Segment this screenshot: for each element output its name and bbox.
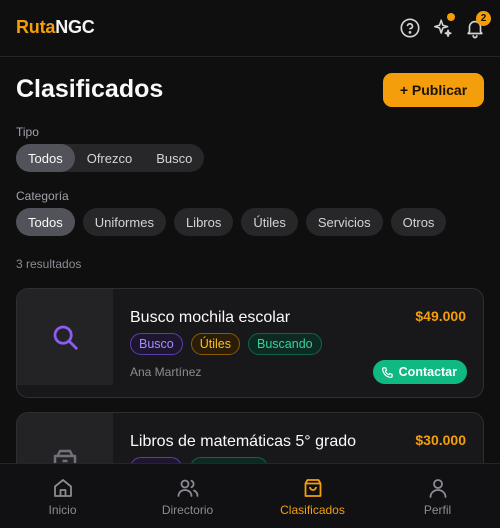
tipo-option-busco[interactable]: Busco — [144, 144, 204, 172]
status-tag: Buscando — [248, 333, 322, 355]
phone-icon — [381, 366, 393, 378]
category-chip-uniformes[interactable]: Uniformes — [82, 208, 166, 236]
contact-label: Contactar — [398, 365, 457, 379]
category-chip-todos[interactable]: Todos — [16, 208, 75, 236]
category-chip-otros[interactable]: Otros — [390, 208, 447, 236]
tipo-label: Tipo — [16, 125, 39, 139]
sparkles-icon[interactable] — [432, 13, 455, 39]
brand-rest: NGC — [55, 17, 95, 37]
nav-label: Clasificados — [280, 503, 345, 517]
brand-logo[interactable]: RutaNGC — [16, 17, 95, 38]
category-chip-servicios[interactable]: Servicios — [305, 208, 383, 236]
listing-thumbnail — [17, 289, 113, 385]
category-tag: Útiles — [190, 333, 241, 355]
shopping-bag-icon — [304, 479, 321, 497]
publish-button[interactable]: + Publicar — [383, 73, 484, 107]
results-count: 3 resultados — [16, 257, 82, 271]
app-header: RutaNGC 2 — [0, 0, 500, 57]
categoria-chips: Todos Uniformes Libros Útiles Servicios … — [16, 208, 447, 236]
nav-item-perfil[interactable]: Perfil — [375, 464, 500, 528]
listing-price: $30.000 — [415, 432, 466, 448]
tipo-option-ofrezco[interactable]: Ofrezco — [75, 144, 145, 172]
tipo-option-todos[interactable]: Todos — [16, 144, 75, 172]
category-chip-libros[interactable]: Libros — [173, 208, 234, 236]
nav-item-clasificados[interactable]: Clasificados — [250, 464, 375, 528]
nav-label: Inicio — [48, 503, 77, 517]
user-icon — [429, 479, 446, 498]
home-icon — [53, 479, 72, 497]
type-tag: Busco — [130, 333, 183, 355]
page-title: Clasificados — [16, 75, 164, 103]
help-circle-icon[interactable] — [399, 17, 421, 39]
categoria-label: Categoría — [16, 189, 69, 203]
listing-title: Libros de matemáticas 5° grado — [130, 433, 357, 450]
bell-icon[interactable]: 2 — [464, 11, 491, 39]
notification-badge: 2 — [476, 11, 491, 26]
nav-item-inicio[interactable]: Inicio — [0, 464, 125, 528]
contact-button[interactable]: Contactar — [372, 360, 467, 384]
nav-item-directorio[interactable]: Directorio — [125, 464, 250, 528]
tipo-segmented-control: Todos Ofrezco Busco — [16, 144, 205, 172]
nav-label: Directorio — [161, 503, 214, 517]
listing-title: Busco mochila escolar — [130, 309, 291, 326]
listing-price: $49.000 — [415, 308, 466, 324]
users-icon — [177, 479, 198, 497]
bottom-navigation: Inicio Directorio Clasificados Perfil — [0, 463, 500, 528]
search-icon — [53, 325, 78, 350]
listing-author: Ana Martínez — [130, 365, 202, 379]
brand-accent: Ruta — [16, 17, 56, 37]
category-chip-utiles[interactable]: Útiles — [241, 208, 298, 236]
sparkles-indicator-dot — [447, 13, 455, 21]
listing-card[interactable]: Busco mochila escolar $49.000 Busco Útil… — [16, 288, 484, 398]
nav-label: Perfil — [423, 503, 452, 517]
listing-tags: Busco Útiles Buscando — [130, 333, 322, 355]
